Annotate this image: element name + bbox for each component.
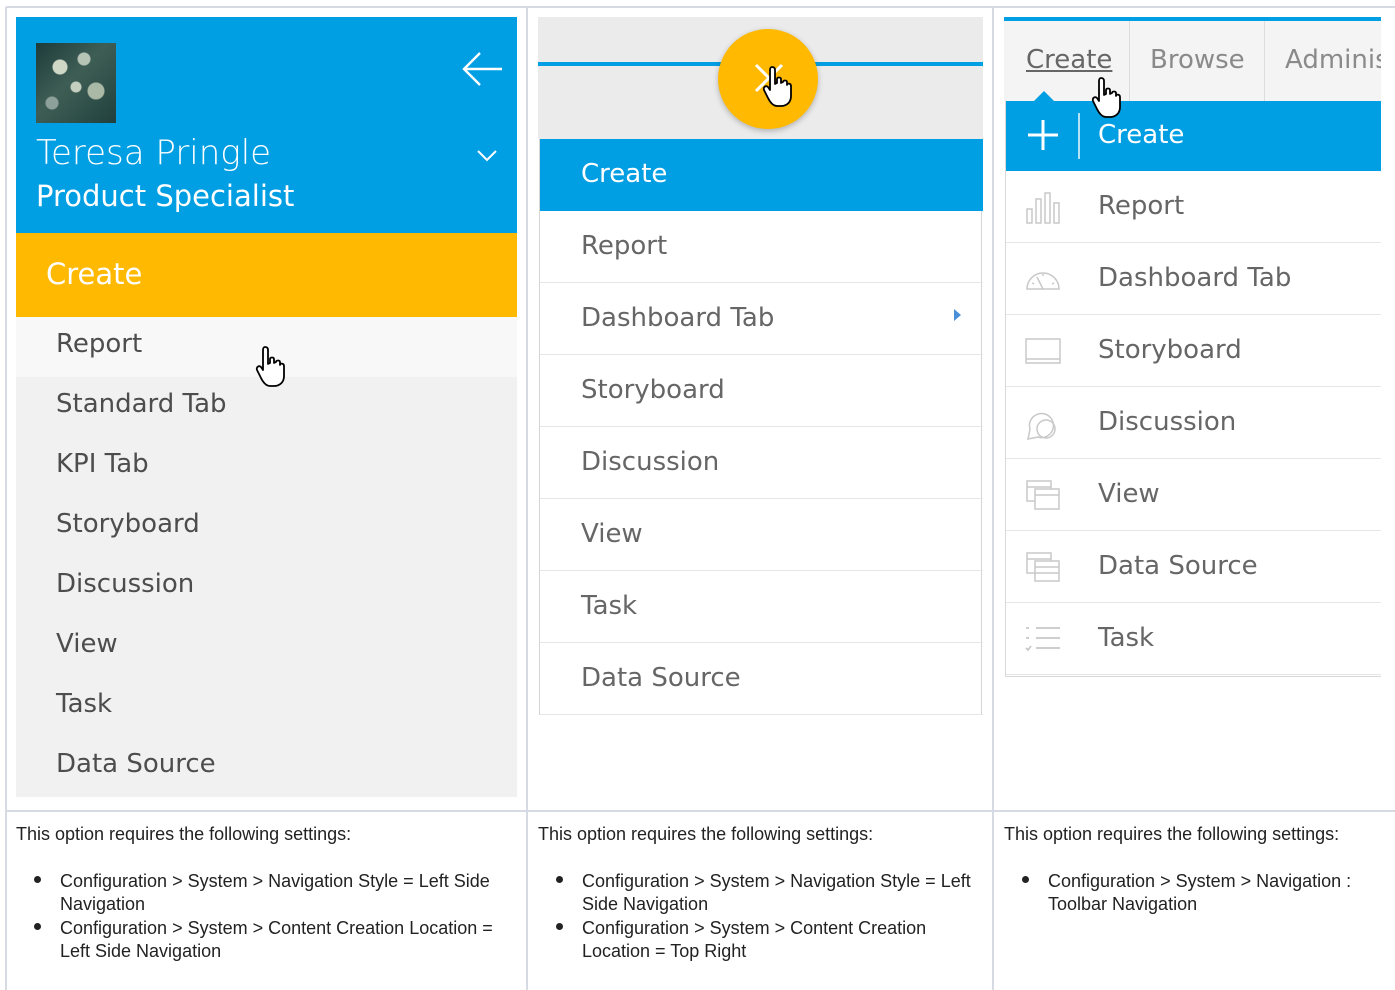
settings-caption: This option requires the following setti… <box>1004 824 1340 844</box>
settings-list: Configuration > System > Navigation : To… <box>1004 870 1382 917</box>
settings-list-item: Configuration > System > Navigation : To… <box>1004 870 1382 916</box>
table-left-border <box>5 7 7 990</box>
menu-item-report[interactable]: Report <box>1006 171 1381 243</box>
menu-item-data-source[interactable]: Data Source <box>1006 531 1381 603</box>
toolbar-navigation-panel: Create Browse Adminis Create Report Dash… <box>1004 17 1381 677</box>
settings-caption: This option requires the following setti… <box>16 824 352 844</box>
submenu-arrow-icon <box>954 309 961 321</box>
tab-browse[interactable]: Browse <box>1130 21 1264 101</box>
chat-bubble-icon <box>1027 412 1056 440</box>
settings-caption: This option requires the following setti… <box>538 824 874 844</box>
menu-item-kpi-tab[interactable]: KPI Tab <box>16 437 517 497</box>
chevron-down-icon[interactable] <box>476 147 498 163</box>
hand-pointer-cursor-icon <box>1091 77 1121 118</box>
left-side-navigation-panel: Teresa Pringle Product Specialist Create… <box>16 17 517 797</box>
menu-item-task[interactable]: Task <box>1006 603 1381 675</box>
settings-list: Configuration > System > Navigation Styl… <box>16 870 516 964</box>
settings-list-item: Configuration > System > Content Creatio… <box>16 917 516 963</box>
menu-item-view[interactable]: View <box>540 499 983 571</box>
menu-item-dashboard-tab[interactable]: Dashboard Tab <box>1006 243 1381 315</box>
top-right-create-panel: Create Report Dashboard Tab Storyboard D… <box>538 17 983 715</box>
menu-item-view[interactable]: View <box>16 617 517 677</box>
monitor-icon <box>1025 338 1061 364</box>
menu-item-discussion[interactable]: Discussion <box>16 557 517 617</box>
hand-pointer-cursor-icon <box>255 346 285 387</box>
create-menu: Create Report Dashboard Tab Storyboard D… <box>539 139 983 715</box>
menu-item-create[interactable]: Create <box>540 139 983 211</box>
toolbar-tabs: Create Browse Adminis <box>1004 21 1381 105</box>
settings-list: Configuration > System > Navigation Styl… <box>538 870 982 964</box>
tab-administration[interactable]: Adminis <box>1265 21 1381 101</box>
user-role: Product Specialist <box>36 179 295 213</box>
user-name: Teresa Pringle <box>36 133 272 173</box>
table-row-divider <box>6 810 1395 812</box>
view-layers-icon <box>1026 480 1060 510</box>
menu-item-dashboard-tab[interactable]: Dashboard Tab <box>540 283 983 355</box>
menu-item-task[interactable]: Task <box>540 571 983 643</box>
menu-item-view[interactable]: View <box>1006 459 1381 531</box>
create-menu-header[interactable]: Create <box>16 233 517 317</box>
settings-list-item: Configuration > System > Navigation Styl… <box>16 870 516 916</box>
menu-item-discussion[interactable]: Discussion <box>1006 387 1381 459</box>
menu-item-report[interactable]: Report <box>540 211 983 283</box>
checklist-icon <box>1025 627 1060 652</box>
create-dropdown-title: Create <box>1098 120 1185 150</box>
back-arrow-icon[interactable] <box>460 49 504 89</box>
menu-item-discussion[interactable]: Discussion <box>540 427 983 499</box>
hand-pointer-cursor-icon <box>762 66 792 107</box>
gauge-icon <box>1026 272 1060 290</box>
table-column-divider <box>992 7 994 990</box>
menu-item-storyboard[interactable]: Storyboard <box>1006 315 1381 387</box>
create-label: Create <box>46 257 143 291</box>
table-top-border <box>6 6 1395 8</box>
settings-list-item: Configuration > System > Navigation Styl… <box>538 870 982 916</box>
header-divider <box>1078 113 1080 159</box>
menu-item-storyboard[interactable]: Storyboard <box>540 355 983 427</box>
create-dropdown-header[interactable]: Create <box>1006 101 1381 171</box>
menu-item-storyboard[interactable]: Storyboard <box>16 497 517 557</box>
menu-item-data-source[interactable]: Data Source <box>16 737 517 797</box>
avatar[interactable] <box>36 43 116 123</box>
settings-list-item: Configuration > System > Content Creatio… <box>538 917 982 963</box>
create-dropdown: Create Report Dashboard Tab Storyboard D… <box>1005 101 1381 677</box>
menu-item-data-source[interactable]: Data Source <box>540 643 983 715</box>
menu-item-task[interactable]: Task <box>16 677 517 737</box>
plus-icon <box>1028 120 1058 150</box>
user-profile-header: Teresa Pringle Product Specialist <box>16 17 517 233</box>
data-source-icon <box>1026 552 1060 582</box>
table-column-divider <box>526 7 528 990</box>
bar-chart-icon <box>1026 192 1060 224</box>
